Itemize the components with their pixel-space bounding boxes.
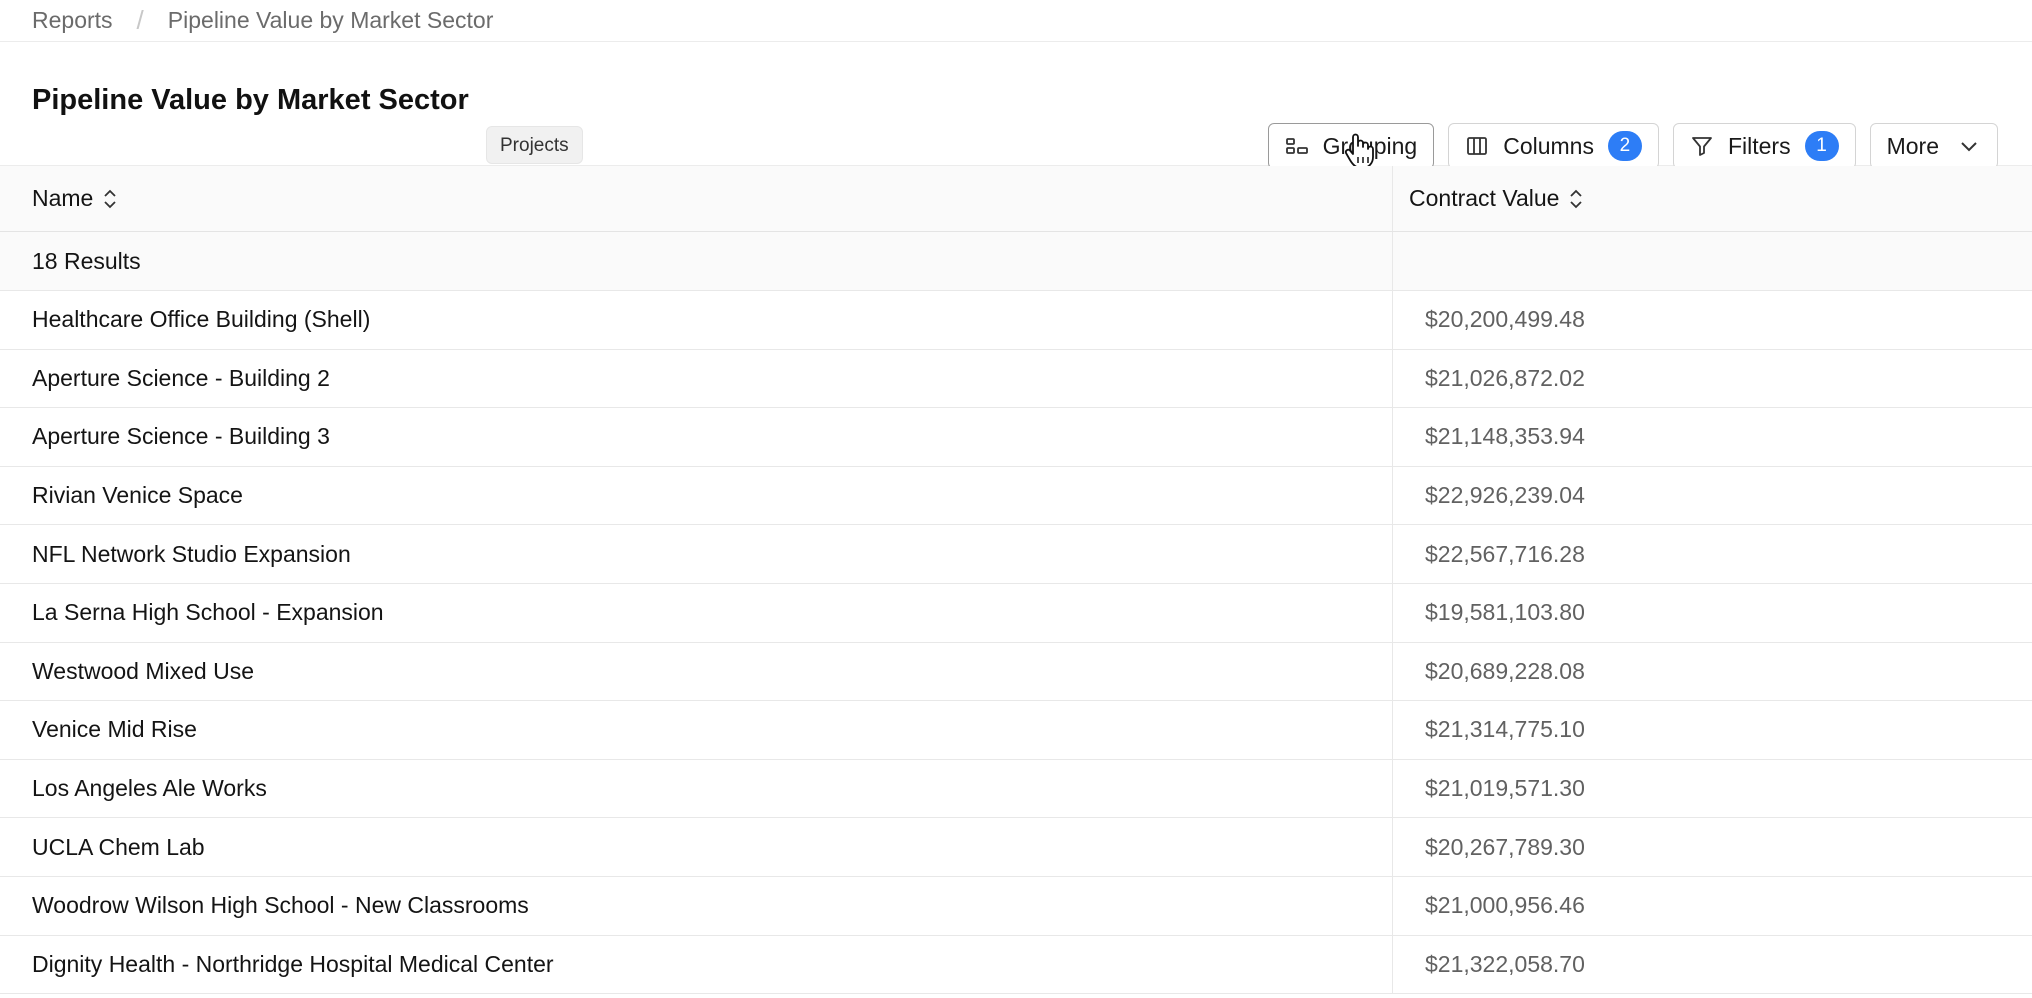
- row-contract-value: $22,926,239.04: [1425, 482, 1585, 509]
- row-name: Dignity Health - Northridge Hospital Med…: [0, 935, 1393, 994]
- table-row[interactable]: La Serna High School - Expansion $19,581,…: [0, 583, 2032, 643]
- row-contract-value: $21,322,058.70: [1425, 950, 1585, 977]
- row-name: Woodrow Wilson High School - New Classro…: [0, 876, 1393, 935]
- table-row[interactable]: Los Angeles Ale Works $21,019,571.30: [0, 759, 2032, 819]
- row-contract-value: $21,000,956.46: [1425, 892, 1585, 919]
- table-header-row: Name Contract Value: [0, 166, 2032, 232]
- filters-count-badge: 1: [1804, 131, 1839, 161]
- column-header-contract-value[interactable]: Contract Value: [1393, 166, 2032, 231]
- table-row[interactable]: Westwood Mixed Use $20,689,228.08: [0, 642, 2032, 702]
- table-row[interactable]: Aperture Science - Building 2 $21,026,872…: [0, 349, 2032, 409]
- row-name: Venice Mid Rise: [0, 701, 1393, 759]
- breadcrumb-separator: /: [136, 5, 144, 35]
- table-row[interactable]: UCLA Chem Lab $20,267,789.30: [0, 818, 2032, 877]
- row-name: Aperture Science - Building 3: [0, 408, 1393, 466]
- chevron-down-icon: [1957, 134, 1981, 158]
- grouping-button[interactable]: Grouping: [1267, 123, 1435, 169]
- row-contract-value: $20,267,789.30: [1425, 833, 1585, 860]
- table-row[interactable]: Woodrow Wilson High School - New Classro…: [0, 876, 2032, 936]
- row-name: Rivian Venice Space: [0, 466, 1393, 525]
- table-row[interactable]: Healthcare Office Building (Shell) $20,20…: [0, 291, 2032, 350]
- grouping-icon: [1285, 134, 1309, 158]
- row-name: Westwood Mixed Use: [0, 642, 1393, 701]
- columns-label: Columns: [1503, 132, 1594, 159]
- columns-icon: [1465, 134, 1489, 158]
- row-contract-value: $22,567,716.28: [1425, 540, 1585, 567]
- column-header-name[interactable]: Name: [0, 166, 1393, 231]
- breadcrumb-root[interactable]: Reports: [32, 7, 113, 34]
- page-title: Pipeline Value by Market Sector: [32, 84, 469, 116]
- sort-icon[interactable]: [1569, 189, 1583, 209]
- table-row[interactable]: Aperture Science - Building 3 $21,148,353…: [0, 408, 2032, 467]
- breadcrumb: Reports / Pipeline Value by Market Secto…: [0, 0, 2032, 42]
- columns-button[interactable]: Columns 2: [1448, 123, 1659, 169]
- more-label: More: [1886, 132, 1939, 159]
- table-row[interactable]: Venice Mid Rise $21,314,775.10: [0, 701, 2032, 760]
- row-contract-value: $21,019,571.30: [1425, 775, 1585, 802]
- row-contract-value: $19,581,103.80: [1425, 599, 1585, 626]
- filters-label: Filters: [1727, 132, 1791, 159]
- row-name: UCLA Chem Lab: [0, 818, 1393, 876]
- page-header: Pipeline Value by Market Sector Projects…: [0, 42, 2032, 169]
- filters-button[interactable]: Filters 1: [1672, 123, 1856, 169]
- table-row[interactable]: Dignity Health - Northridge Hospital Med…: [0, 935, 2032, 995]
- grouping-label: Grouping: [1322, 132, 1418, 159]
- table-row[interactable]: Rivian Venice Space $22,926,239.04: [0, 466, 2032, 526]
- breadcrumb-current: Pipeline Value by Market Sector: [167, 7, 494, 33]
- row-contract-value: $21,026,872.02: [1425, 364, 1585, 391]
- row-contract-value: $20,200,499.48: [1425, 306, 1585, 333]
- column-header-contract-value-label: Contract Value: [1409, 185, 1560, 211]
- table-row[interactable]: NFL Network Studio Expansion $22,567,716.…: [0, 525, 2032, 584]
- report-type-tag: Projects: [486, 126, 583, 164]
- columns-count-badge: 2: [1607, 131, 1642, 161]
- row-name: NFL Network Studio Expansion: [0, 525, 1393, 583]
- results-summary-row: 18 Results: [0, 232, 2032, 291]
- row-contract-value: $21,148,353.94: [1425, 423, 1585, 450]
- row-name: Los Angeles Ale Works: [0, 759, 1393, 818]
- results-value-empty: [1393, 232, 2032, 290]
- row-name: Healthcare Office Building (Shell): [0, 291, 1393, 349]
- filter-icon: [1690, 134, 1714, 158]
- toolbar: Grouping Columns 2 Filters 1 More: [1267, 123, 1998, 169]
- report-table: Name Contract Value 18 Results Healthcar…: [0, 166, 2032, 995]
- sort-icon[interactable]: [103, 189, 117, 209]
- row-contract-value: $20,689,228.08: [1425, 657, 1585, 684]
- row-name: La Serna High School - Expansion: [0, 583, 1393, 642]
- more-button[interactable]: More: [1869, 123, 1998, 169]
- row-contract-value: $21,314,775.10: [1425, 716, 1585, 743]
- results-count: 18 Results: [0, 232, 1393, 290]
- column-header-name-label: Name: [32, 185, 94, 211]
- row-name: Aperture Science - Building 2: [0, 349, 1393, 408]
